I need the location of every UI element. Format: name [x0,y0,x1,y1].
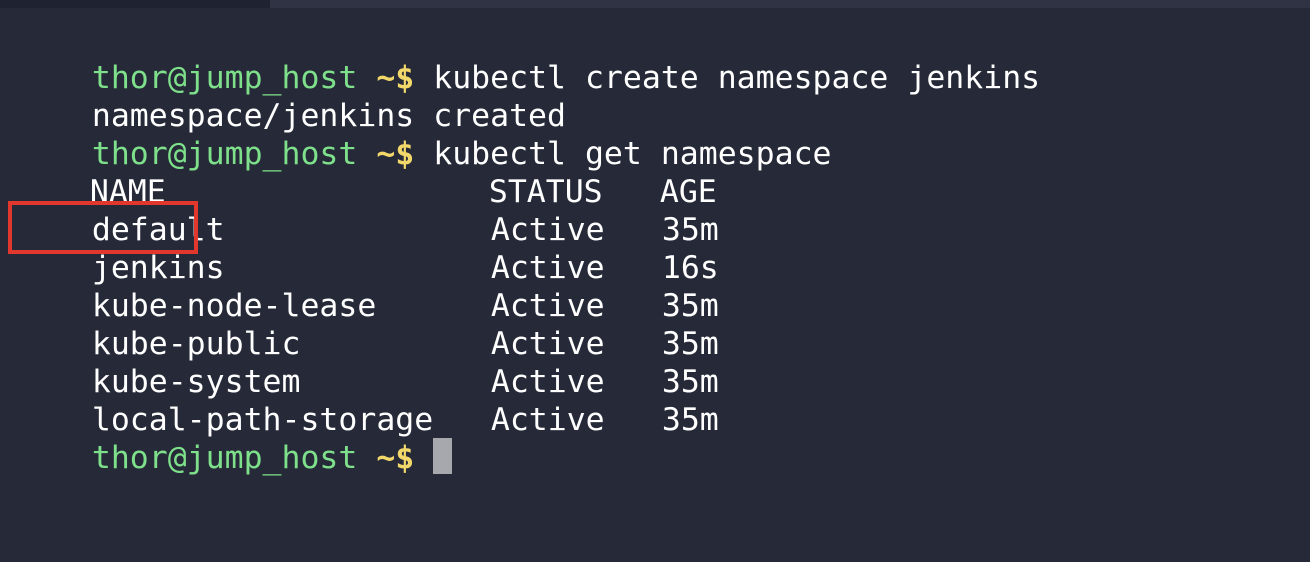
table-row: kube-system Active 35m [16,325,719,400]
cell-age: 35m [661,402,719,438]
command-line-1: thor@jump_host ~$ kubectl create namespa… [16,21,1040,96]
output-line-1: namespace/jenkins created [16,59,566,134]
prompt-user-host: thor@jump_host [91,440,358,476]
command-line-2: thor@jump_host ~$ kubectl get namespace [16,97,832,172]
table-row: kube-node-lease Active 35m [16,249,719,324]
terminal-window[interactable]: thor@jump_host ~$ kubectl create namespa… [0,0,1310,562]
table-header: NAME STATUS AGE [14,135,717,210]
highlight-box-jenkins [8,201,198,254]
table-row: local-path-storage Active 35m [16,363,719,438]
command-line-3[interactable]: thor@jump_host ~$ [16,401,453,476]
cell-status: Active [490,402,605,438]
prompt-symbol: ~$ [376,440,415,476]
text-cursor[interactable] [433,438,453,474]
table-row: kube-public Active 35m [16,287,719,362]
window-tab-area [0,0,270,8]
